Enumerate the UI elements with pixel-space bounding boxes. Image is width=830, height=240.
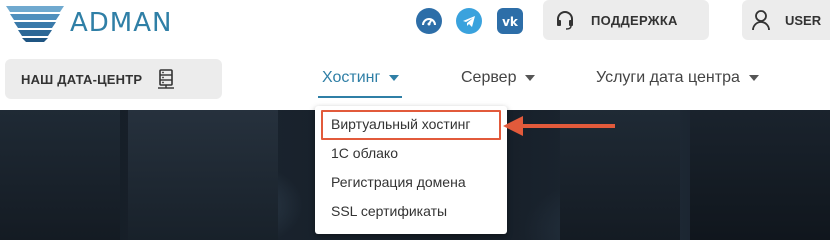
menu-item-ssl-certificates[interactable]: SSL сертификаты <box>331 203 447 219</box>
active-nav-underline <box>318 96 402 98</box>
server-rack-icon <box>158 69 175 89</box>
annotation-arrow-icon <box>503 116 615 136</box>
logo-text: ADMAN <box>70 8 173 38</box>
logo[interactable]: ADMAN <box>4 3 172 43</box>
speedometer-icon[interactable] <box>416 8 442 34</box>
support-button[interactable]: ПОДДЕРЖКА <box>543 0 709 40</box>
user-button[interactable]: USER <box>742 0 830 40</box>
nav-item-hosting-label: Хостинг <box>322 69 381 86</box>
hero-background-image <box>128 110 278 240</box>
telegram-icon[interactable] <box>456 8 482 34</box>
user-icon <box>752 10 770 31</box>
chevron-down-icon <box>389 75 400 81</box>
headset-icon <box>557 11 573 30</box>
nav-item-server[interactable]: Сервер <box>461 69 536 87</box>
chevron-down-icon <box>525 75 536 81</box>
top-bar: ADMAN vk ПОДДЕРЖКА USER <box>0 0 830 48</box>
nav-item-hosting[interactable]: Хостинг <box>322 69 400 87</box>
nav-item-server-label: Сервер <box>461 69 517 86</box>
svg-text:vk: vk <box>502 15 519 29</box>
hero-background-image <box>0 110 120 240</box>
datacenter-button[interactable]: НАШ ДАТА-ЦЕНТР <box>5 59 222 99</box>
support-label: ПОДДЕРЖКА <box>591 12 678 28</box>
chevron-down-icon <box>748 75 759 81</box>
nav-item-datacenter-services[interactable]: Услуги дата центра <box>596 69 759 87</box>
vk-icon[interactable]: vk <box>496 7 524 35</box>
nav-item-datacenter-services-label: Услуги дата центра <box>596 69 740 86</box>
user-label: USER <box>785 12 822 28</box>
datacenter-label: НАШ ДАТА-ЦЕНТР <box>21 71 143 87</box>
logo-icon <box>6 6 64 42</box>
menu-item-1c-cloud[interactable]: 1С облако <box>331 145 398 161</box>
main-nav: НАШ ДАТА-ЦЕНТР Хостинг Сервер Услуги дат… <box>0 48 830 110</box>
annotation-highlight-box <box>321 110 501 140</box>
menu-item-domain-registration[interactable]: Регистрация домена <box>331 174 466 190</box>
hero-background-image <box>690 110 830 240</box>
